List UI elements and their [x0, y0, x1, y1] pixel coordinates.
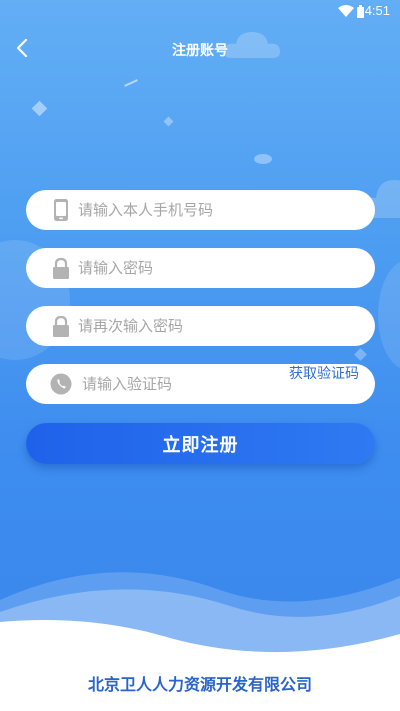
phone-icon: [54, 199, 68, 221]
status-time: 4:51: [364, 3, 390, 18]
password-input[interactable]: [78, 255, 298, 281]
verification-code-input[interactable]: [82, 371, 302, 397]
battery-icon: [357, 5, 364, 18]
status-bar: 4:51: [0, 0, 400, 24]
register-button[interactable]: 立即注册: [26, 423, 375, 464]
phone-field: [26, 190, 375, 230]
diamond-decoration: [354, 348, 367, 361]
password-field: [26, 248, 375, 288]
diamond-decoration: [163, 116, 174, 127]
page-title: 注册账号: [172, 43, 228, 59]
phone-input[interactable]: [78, 197, 298, 223]
confirm-password-input[interactable]: [78, 313, 298, 339]
diamond-decoration: [31, 100, 48, 117]
lock-icon: [53, 257, 69, 279]
verification-code-field: 获取验证码: [26, 364, 375, 404]
streak-decoration: [124, 79, 138, 87]
wifi-icon: [338, 5, 354, 17]
confirm-password-field: [26, 306, 375, 346]
wechat-icon: [50, 373, 72, 395]
bubble-decoration: [378, 260, 400, 370]
company-name: 北京卫人人力资源开发有限公司: [87, 675, 312, 694]
get-code-button[interactable]: 获取验证码: [281, 365, 367, 384]
ellipse-decoration: [254, 154, 272, 164]
lock-icon: [53, 315, 69, 337]
register-screen: 4:51 注册账号 获取验证码: [0, 0, 400, 711]
